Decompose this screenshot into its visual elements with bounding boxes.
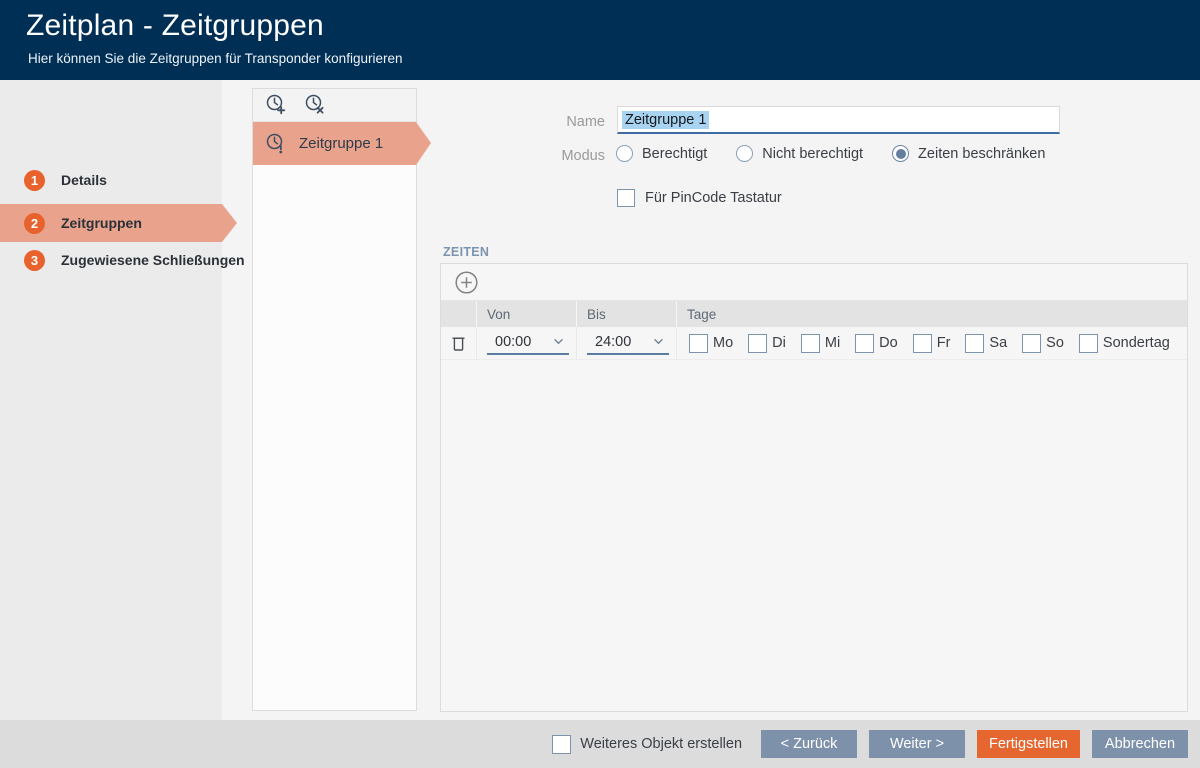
day-mo[interactable]: Mo bbox=[689, 334, 733, 353]
next-button[interactable]: Weiter > bbox=[869, 730, 965, 758]
trash-icon bbox=[451, 335, 466, 352]
pincode-label: Für PinCode Tastatur bbox=[645, 190, 782, 206]
add-timegroup-button[interactable] bbox=[264, 93, 288, 117]
radio-label: Nicht berechtigt bbox=[762, 146, 863, 162]
day-fr[interactable]: Fr bbox=[913, 334, 951, 353]
step-label: Zeitgruppen bbox=[61, 215, 142, 231]
header-cell-actions bbox=[441, 301, 476, 327]
radio-berechtigt[interactable]: Berechtigt bbox=[616, 145, 707, 162]
add-time-row-button[interactable] bbox=[454, 270, 479, 295]
sidebar-item-zeitgruppen[interactable]: 2 Zeitgruppen bbox=[0, 204, 222, 242]
step-label: Details bbox=[61, 172, 107, 188]
header-cell-tage: Tage bbox=[676, 301, 1187, 327]
day-label: So bbox=[1046, 335, 1064, 351]
page-title: Zeitplan - Zeitgruppen bbox=[26, 9, 324, 43]
radio-circle bbox=[736, 145, 753, 162]
day-checkbox[interactable] bbox=[801, 334, 820, 353]
wizard-steps-sidebar: 1 Details 2 Zeitgruppen 3 Zugewiesene Sc… bbox=[0, 80, 222, 720]
name-value-selected-text: Zeitgruppe 1 bbox=[622, 111, 709, 129]
times-table-header: Von Bis Tage bbox=[441, 301, 1187, 327]
sidebar-item-details[interactable]: 1 Details bbox=[0, 161, 222, 199]
radio-circle-checked bbox=[892, 145, 909, 162]
day-label: Di bbox=[772, 335, 786, 351]
chevron-down-icon bbox=[553, 338, 564, 345]
zeiten-section-label: ZEITEN bbox=[443, 245, 489, 259]
name-label: Name bbox=[539, 114, 605, 130]
name-input[interactable]: Zeitgruppe 1 bbox=[617, 106, 1060, 134]
timegroup-list-panel: Zeitgruppe 1 bbox=[252, 88, 417, 711]
day-label: Mi bbox=[825, 335, 840, 351]
create-another-checkbox-row[interactable]: Weiteres Objekt erstellen bbox=[552, 735, 742, 754]
timegroup-toolbar bbox=[253, 89, 416, 122]
day-checkbox[interactable] bbox=[855, 334, 874, 353]
chevron-down-icon bbox=[653, 338, 664, 345]
day-sa[interactable]: Sa bbox=[965, 334, 1007, 353]
day-label: Sa bbox=[989, 335, 1007, 351]
clock-icon bbox=[264, 132, 288, 156]
radio-nicht-berechtigt[interactable]: Nicht berechtigt bbox=[736, 145, 863, 162]
day-label: Mo bbox=[713, 335, 733, 351]
day-do[interactable]: Do bbox=[855, 334, 898, 353]
radio-zeiten-beschraenken[interactable]: Zeiten beschränken bbox=[892, 145, 1045, 162]
day-mi[interactable]: Mi bbox=[801, 334, 840, 353]
pincode-checkbox-row[interactable]: Für PinCode Tastatur bbox=[617, 189, 782, 207]
day-di[interactable]: Di bbox=[748, 334, 786, 353]
bis-time-value: 24:00 bbox=[595, 334, 631, 350]
day-checkbox[interactable] bbox=[689, 334, 708, 353]
zeiten-panel: Von Bis Tage 00:00 24:00 bbox=[440, 263, 1188, 712]
active-step-arrow bbox=[222, 204, 237, 242]
back-button[interactable]: < Zurück bbox=[761, 730, 857, 758]
day-checkbox[interactable] bbox=[1022, 334, 1041, 353]
day-sondertag[interactable]: Sondertag bbox=[1079, 334, 1170, 353]
radio-circle bbox=[616, 145, 633, 162]
day-so[interactable]: So bbox=[1022, 334, 1064, 353]
zeiten-toolbar bbox=[441, 264, 1187, 301]
day-label: Sondertag bbox=[1103, 335, 1170, 351]
radio-label: Berechtigt bbox=[642, 146, 707, 162]
day-checkbox[interactable] bbox=[1079, 334, 1098, 353]
footer-bar: Weiteres Objekt erstellen < Zurück Weite… bbox=[0, 720, 1200, 768]
step-label: Zugewiesene Schließungen bbox=[61, 252, 245, 268]
cancel-button[interactable]: Abbrechen bbox=[1092, 730, 1188, 758]
day-label: Do bbox=[879, 335, 898, 351]
clock-remove-icon bbox=[303, 93, 327, 117]
delete-time-row-button[interactable] bbox=[451, 335, 466, 352]
plus-circle-icon bbox=[454, 270, 479, 295]
timegroup-list-item[interactable]: Zeitgruppe 1 bbox=[253, 122, 416, 165]
modus-radio-group: Berechtigt Nicht berechtigt Zeiten besch… bbox=[616, 145, 1045, 162]
times-table-row: 00:00 24:00 Mo Di bbox=[441, 327, 1187, 360]
finish-button[interactable]: Fertigstellen bbox=[977, 730, 1080, 758]
sidebar-item-zugewiesene-schliessungen[interactable]: 3 Zugewiesene Schließungen bbox=[0, 241, 222, 279]
bis-time-select[interactable]: 24:00 bbox=[587, 331, 669, 355]
timegroup-label: Zeitgruppe 1 bbox=[299, 135, 383, 152]
page-subtitle: Hier können Sie die Zeitgruppen für Tran… bbox=[28, 51, 402, 66]
von-time-select[interactable]: 00:00 bbox=[487, 331, 569, 355]
create-another-label: Weiteres Objekt erstellen bbox=[580, 736, 742, 752]
selected-item-arrow bbox=[416, 122, 431, 165]
radio-label: Zeiten beschränken bbox=[918, 146, 1045, 162]
modus-label: Modus bbox=[539, 148, 605, 164]
header-cell-von: Von bbox=[476, 301, 576, 327]
clock-add-icon bbox=[264, 93, 288, 117]
step-number-badge: 2 bbox=[24, 213, 45, 234]
day-checkbox[interactable] bbox=[913, 334, 932, 353]
delete-timegroup-button[interactable] bbox=[303, 93, 327, 117]
step-number-badge: 3 bbox=[24, 250, 45, 271]
pincode-checkbox[interactable] bbox=[617, 189, 635, 207]
day-checkbox-group: Mo Di Mi Do Fr bbox=[687, 334, 1170, 353]
von-time-value: 00:00 bbox=[495, 334, 531, 350]
day-label: Fr bbox=[937, 335, 951, 351]
day-checkbox[interactable] bbox=[965, 334, 984, 353]
day-checkbox[interactable] bbox=[748, 334, 767, 353]
wizard-header: Zeitplan - Zeitgruppen Hier können Sie d… bbox=[0, 0, 1200, 80]
create-another-checkbox[interactable] bbox=[552, 735, 571, 754]
step-number-badge: 1 bbox=[24, 170, 45, 191]
header-cell-bis: Bis bbox=[576, 301, 676, 327]
